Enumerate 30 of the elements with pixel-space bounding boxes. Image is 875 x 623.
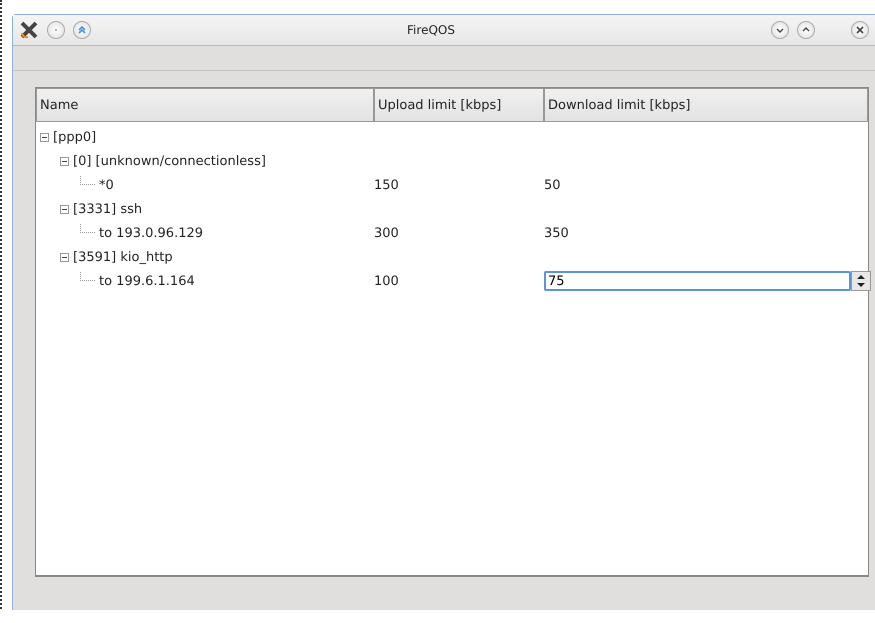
tree-item[interactable]: [0] [unknown/connectionless] — [73, 154, 266, 168]
collapse-icon[interactable] — [60, 204, 69, 214]
upload-limit: 300 — [374, 226, 399, 240]
double-chevron-up-icon — [77, 25, 87, 35]
column-header[interactable]: Upload limit [kbps] — [374, 88, 544, 122]
tree-item[interactable]: [3331] ssh — [73, 202, 142, 216]
tree-item[interactable]: to 199.6.1.164 — [99, 274, 195, 288]
tree-item[interactable]: *0 — [99, 178, 114, 192]
dot-icon — [54, 28, 58, 32]
download-limit-field[interactable]: 75 — [544, 271, 851, 291]
window-title: FireQOS — [406, 23, 456, 37]
tree-item[interactable]: [3591] kio_http — [73, 250, 173, 264]
tree-item[interactable]: [ppp0] — [53, 130, 96, 144]
collapse-icon[interactable] — [60, 156, 69, 166]
maximize-button[interactable] — [797, 21, 815, 39]
minimize-button[interactable] — [771, 21, 789, 39]
keep-above-button[interactable] — [73, 21, 91, 39]
download-limit: 50 — [544, 178, 561, 192]
collapse-icon[interactable] — [40, 132, 49, 142]
download-limit: 350 — [544, 226, 569, 240]
upload-limit: 100 — [374, 274, 399, 288]
collapse-icon[interactable] — [60, 252, 69, 262]
upload-limit: 150 — [374, 178, 399, 192]
column-header[interactable]: Name — [36, 88, 374, 122]
close-button[interactable] — [851, 21, 869, 39]
tree-item[interactable]: to 193.0.96.129 — [99, 226, 204, 240]
spinner-arrows-icon[interactable] — [851, 271, 871, 291]
column-header[interactable]: Download limit [kbps] — [544, 88, 868, 122]
close-icon — [855, 25, 865, 35]
app-icon[interactable] — [19, 21, 39, 39]
